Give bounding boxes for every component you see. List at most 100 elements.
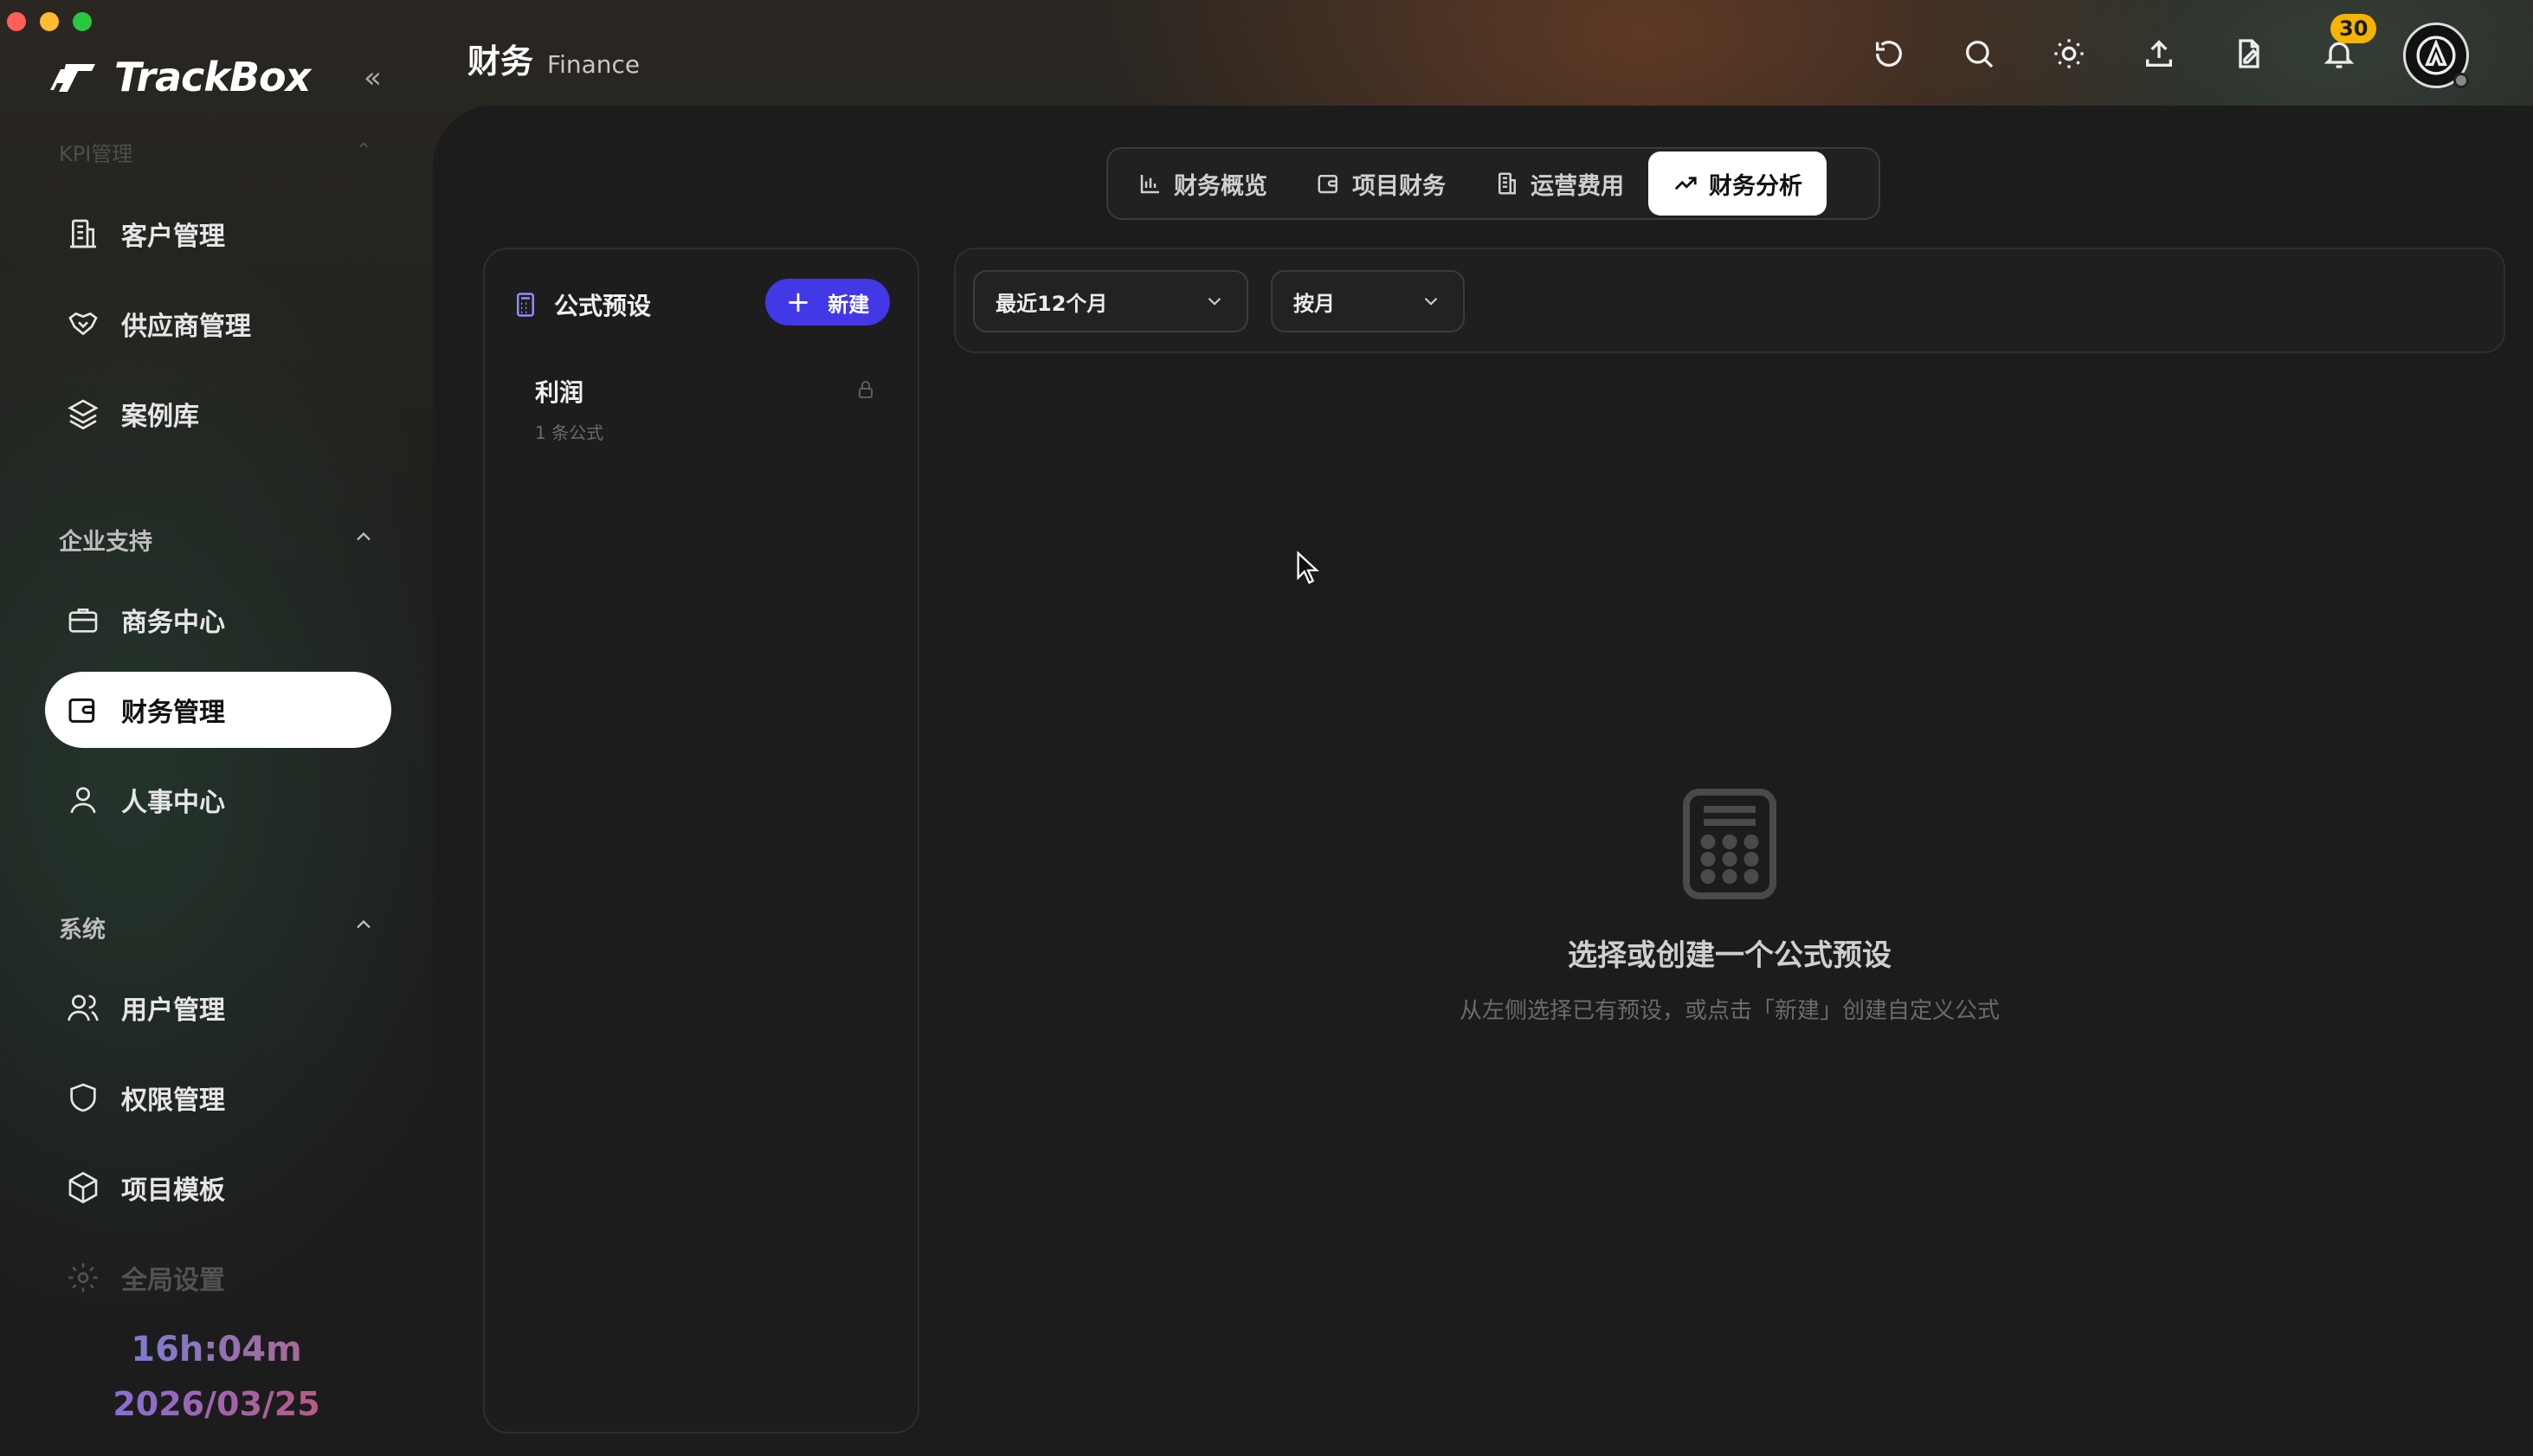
sidebar-item-global-settings[interactable]: 全局设置 xyxy=(45,1240,391,1316)
chevron-down-icon xyxy=(1208,297,1221,306)
trackbox-logo-icon xyxy=(50,64,95,92)
empty-state-title: 选择或创建一个公式预设 xyxy=(1568,938,1892,973)
sidebar-item-label: 供应商管理 xyxy=(121,312,251,342)
granularity-select[interactable]: 按月 xyxy=(1271,270,1465,332)
tab-finance-analysis[interactable]: 财务分析 xyxy=(1648,151,1827,216)
shield-icon xyxy=(70,1083,96,1112)
lock-icon xyxy=(859,381,873,398)
sidebar-item-project-templates[interactable]: 项目模板 xyxy=(45,1150,391,1226)
notifications-button[interactable]: 30 xyxy=(2320,14,2377,73)
time-range-value: 最近12个月 xyxy=(996,291,1108,316)
sun-icon xyxy=(2054,39,2084,68)
refresh-button[interactable] xyxy=(1870,35,1908,73)
building-icon xyxy=(1499,172,1516,195)
refresh-icon xyxy=(1875,41,1902,68)
notification-badge: 30 xyxy=(2330,14,2377,43)
sidebar-item-label: 案例库 xyxy=(121,402,199,432)
sidebar-item-finance[interactable]: 财务管理 xyxy=(45,672,391,748)
tab-label: 财务分析 xyxy=(1709,172,1802,200)
tab-operating-expenses[interactable]: 运营费用 xyxy=(1470,151,1648,216)
granularity-value: 按月 xyxy=(1293,291,1335,316)
preset-formula-count: 1 条公式 xyxy=(535,422,604,443)
sidebar-item-business-center[interactable]: 商务中心 xyxy=(45,582,391,658)
chevron-up-icon[interactable]: ⌃ xyxy=(355,139,372,163)
plus-icon: + xyxy=(785,285,811,319)
time-range-select[interactable]: 最近12个月 xyxy=(973,270,1248,332)
building-icon xyxy=(70,219,96,248)
filter-bar: 最近12个月 按月 xyxy=(954,248,2505,353)
sidebar-item-label: 商务中心 xyxy=(121,608,225,638)
empty-state: 选择或创建一个公式预设 从左侧选择已有预设，或点击「新建」创建自定义公式 xyxy=(954,788,2505,1025)
sidebar: TrackBox « KPI管理 ⌃ 客户管理 供应商管理 案例库 企业支持 商… xyxy=(0,0,433,1456)
sidebar-item-suppliers[interactable]: 供应商管理 xyxy=(45,286,391,362)
tab-project-finance[interactable]: 项目财务 xyxy=(1292,151,1470,216)
list-item[interactable]: 利润 1 条公式 xyxy=(535,374,899,444)
maximize-window-button[interactable] xyxy=(73,12,92,31)
preset-name: 利润 xyxy=(535,378,584,407)
sign-document-button[interactable] xyxy=(2230,35,2268,73)
online-status-indicator xyxy=(2453,73,2469,88)
upload-icon xyxy=(2146,40,2172,67)
user-avatar-icon xyxy=(2416,35,2456,75)
app-name: TrackBox xyxy=(114,54,311,100)
sidebar-item-label: 客户管理 xyxy=(121,222,225,252)
close-window-button[interactable] xyxy=(7,12,26,31)
sidebar-section-kpi: KPI管理 xyxy=(59,142,133,166)
presets-header: 公式预设 xyxy=(512,287,651,322)
calculator-icon xyxy=(1683,789,1776,899)
presets-title: 公式预设 xyxy=(554,292,652,320)
sidebar-item-hr-center[interactable]: 人事中心 xyxy=(45,762,391,838)
sidebar-item-customers[interactable]: 客户管理 xyxy=(45,196,391,272)
sidebar-item-label: 权限管理 xyxy=(121,1086,225,1116)
chevron-down-icon xyxy=(1424,297,1438,306)
tab-finance-overview[interactable]: 财务概览 xyxy=(1113,151,1292,216)
sidebar-item-label: 财务管理 xyxy=(121,698,225,728)
minimize-window-button[interactable] xyxy=(40,12,59,31)
tab-label: 运营费用 xyxy=(1531,172,1624,200)
app-logo[interactable]: TrackBox xyxy=(45,54,311,100)
theme-toggle-button[interactable] xyxy=(2050,35,2088,73)
layers-icon xyxy=(68,399,99,430)
page-title: 财务 Finance xyxy=(467,35,640,82)
window-controls xyxy=(7,12,92,31)
collapse-sidebar-icon[interactable]: « xyxy=(364,61,382,95)
header-toolbar: 30 xyxy=(1870,14,2377,73)
handshake-icon xyxy=(68,312,98,336)
sidebar-item-case-library[interactable]: 案例库 xyxy=(45,376,391,452)
sidebar-section-enterprise: 企业支持 xyxy=(59,529,152,556)
page-title-zh: 财务 xyxy=(467,42,534,81)
wallet-icon xyxy=(1318,175,1337,194)
users-icon xyxy=(68,995,99,1021)
sidebar-item-label: 人事中心 xyxy=(121,788,225,818)
sidebar-item-permissions[interactable]: 权限管理 xyxy=(45,1060,391,1136)
work-timer: 16h:04m xyxy=(0,1330,433,1369)
mouse-cursor-icon xyxy=(1297,551,1319,584)
formula-presets-panel: 公式预设 + 新建 利润 1 条公式 xyxy=(483,248,919,1433)
new-preset-button[interactable]: + 新建 xyxy=(765,279,890,325)
current-date: 2026/03/25 xyxy=(0,1385,433,1423)
sidebar-item-label: 项目模板 xyxy=(121,1176,225,1206)
person-icon xyxy=(70,787,96,814)
briefcase-icon xyxy=(68,609,98,633)
chevron-up-icon[interactable] xyxy=(351,525,376,549)
trend-icon xyxy=(1674,177,1697,190)
sidebar-item-label: 用户管理 xyxy=(121,995,225,1026)
calculator-icon xyxy=(517,293,534,317)
search-icon xyxy=(1966,41,1994,68)
chevron-up-icon[interactable] xyxy=(351,912,376,937)
sidebar-item-user-management[interactable]: 用户管理 xyxy=(45,970,391,1046)
search-button[interactable] xyxy=(1960,35,1998,73)
page-title-en: Finance xyxy=(547,50,641,79)
sidebar-item-label: 全局设置 xyxy=(121,1266,225,1296)
wallet-icon xyxy=(68,698,95,723)
cube-icon xyxy=(68,1171,98,1204)
tab-label: 财务概览 xyxy=(1174,172,1267,200)
empty-state-subtitle: 从左侧选择已有预设，或点击「新建」创建自定义公式 xyxy=(1459,998,2000,1024)
upload-button[interactable] xyxy=(2140,35,2178,73)
gear-icon xyxy=(68,1263,98,1292)
sidebar-section-system: 系统 xyxy=(59,917,106,944)
finance-tabs: 财务概览 项目财务 运营费用 财务分析 xyxy=(1106,147,1880,220)
new-preset-label: 新建 xyxy=(828,292,870,317)
bar-chart-icon xyxy=(1140,175,1159,194)
file-sign-icon xyxy=(2239,39,2259,68)
